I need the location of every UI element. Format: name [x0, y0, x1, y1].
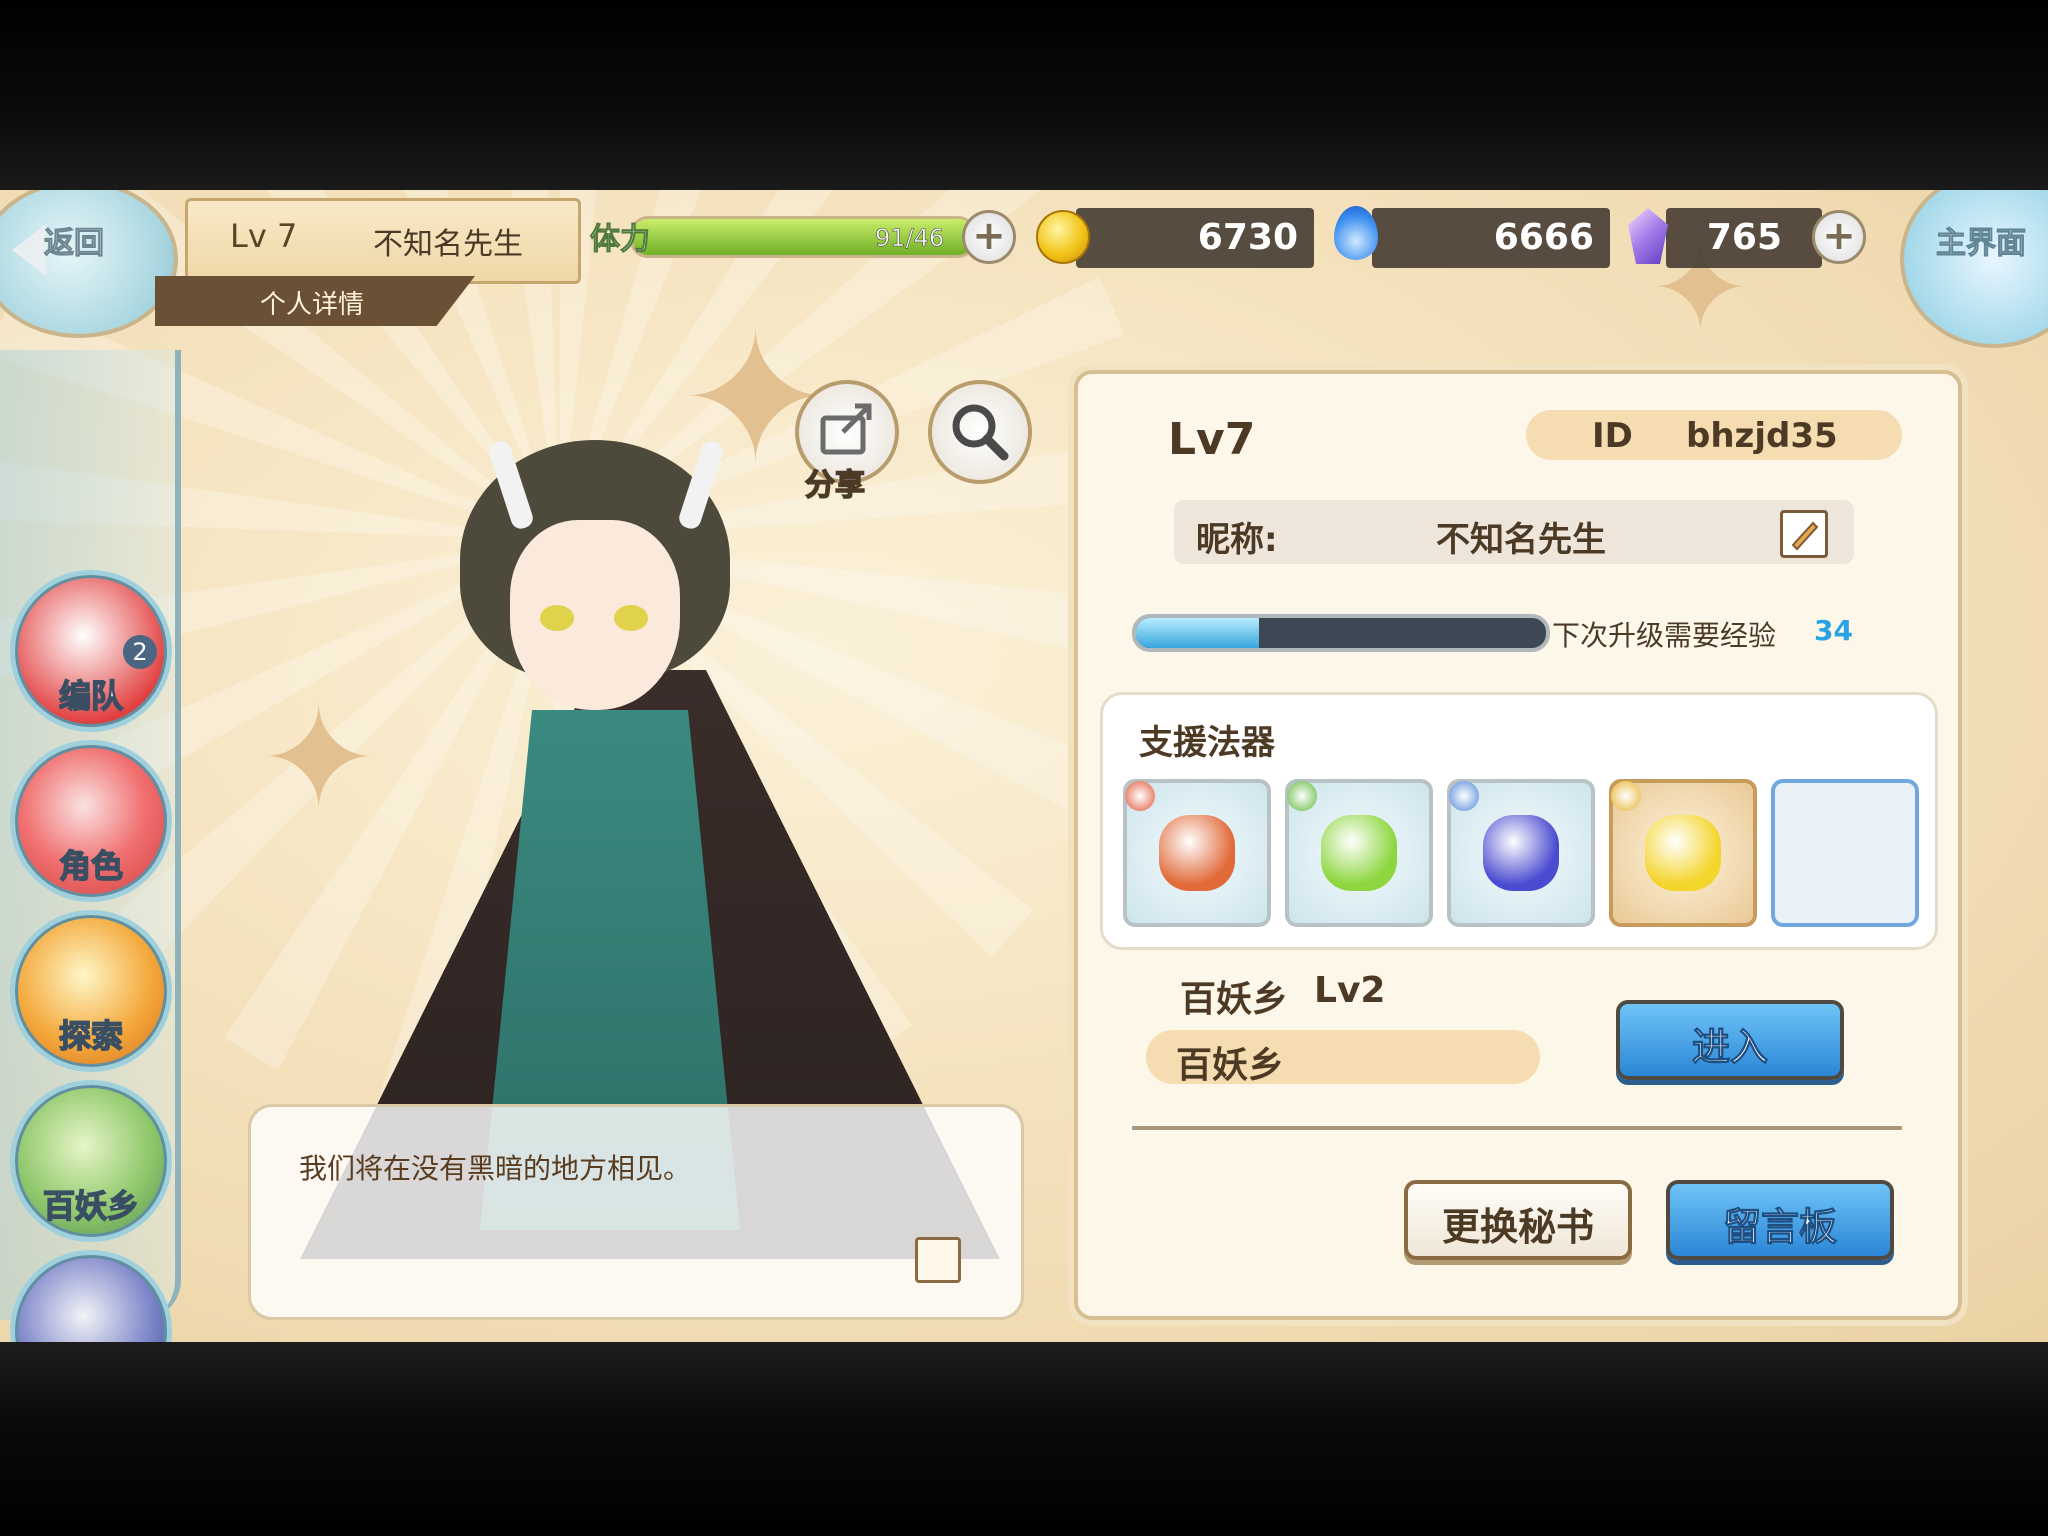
gold-coin-icon — [1036, 210, 1090, 264]
side-item-label: 角色 — [58, 846, 124, 886]
side-item-village[interactable]: 百妖乡 — [10, 1080, 172, 1242]
divider — [1132, 1126, 1902, 1130]
letterbox-top — [0, 0, 2048, 190]
nickname-value: 不知名先生 — [1436, 520, 1606, 560]
formation-badge: 2 — [123, 635, 157, 669]
player-name-plate: Lv 7 不知名先生 — [185, 198, 581, 284]
village-name: 百妖乡 — [1180, 979, 1289, 1020]
nickname-label: 昵称: — [1196, 520, 1278, 560]
change-secretary-label: 更换秘书 — [1441, 1205, 1594, 1249]
edit-dialogue-icon[interactable] — [915, 1237, 961, 1283]
fire-element-icon — [1125, 781, 1155, 811]
stamina-label: 体力 — [590, 222, 651, 258]
id-value: bhzjd35 — [1686, 416, 1838, 456]
add-stamina-button[interactable]: + — [962, 210, 1016, 264]
support-artifacts-box: 支援法器 — [1100, 692, 1938, 950]
artifact-slot-light[interactable] — [1609, 779, 1757, 927]
change-secretary-button[interactable]: 更换秘书 — [1404, 1180, 1632, 1260]
artifact-fire-icon — [1159, 815, 1235, 891]
nickname-field: 昵称: 不知名先生 — [1174, 500, 1854, 564]
side-item-label: 百妖乡 — [42, 1186, 140, 1226]
gold-bar: 6730 — [1076, 208, 1314, 268]
side-item-explore[interactable]: 探索 — [10, 910, 172, 1072]
edit-nickname-icon[interactable] — [1780, 510, 1828, 558]
profile-level: Lv7 — [1168, 414, 1256, 465]
crystal-value: 765 — [1706, 217, 1782, 258]
artifact-slot-empty[interactable] — [1771, 779, 1919, 927]
village-pill: 百妖乡 — [1146, 1030, 1540, 1086]
artifact-water-icon — [1483, 815, 1559, 891]
side-menu: 2 编队 角色 探索 百妖乡 召唤 — [0, 350, 181, 1342]
artifact-slot-fire[interactable] — [1123, 779, 1271, 927]
crystal-bar: 765 — [1666, 208, 1822, 268]
page-subtitle-plate: 个人详情 — [155, 276, 475, 326]
side-item-formation[interactable]: 2 编队 — [10, 570, 172, 732]
player-level: Lv 7 — [230, 217, 298, 255]
character-eye — [540, 605, 574, 631]
spirit-bar: 6666 — [1372, 208, 1610, 268]
exp-label: 下次升级需要经验 — [1552, 619, 1777, 652]
water-element-icon — [1449, 781, 1479, 811]
game-screen: ✦ ✦ ✦ 返回 Lv 7 不知名先生 个人详情 体力 91/46 + 6730… — [0, 190, 2048, 1342]
artifact-slot-water[interactable] — [1447, 779, 1595, 927]
side-item-summon[interactable]: 召唤 — [10, 1250, 172, 1342]
letterbox-bottom — [0, 1342, 2048, 1536]
character-eye — [614, 605, 648, 631]
dialogue-box: 我们将在没有黑暗的地方相见。 — [248, 1104, 1024, 1320]
support-title: 支援法器 — [1139, 723, 1275, 763]
back-label: 返回 — [44, 226, 105, 262]
artifact-wind-icon — [1321, 815, 1397, 891]
exp-value: 34 — [1814, 614, 1853, 647]
exp-fill — [1136, 618, 1259, 648]
search-button[interactable] — [928, 380, 1032, 484]
share-label: 分享 — [804, 467, 866, 504]
sparkle-icon: ✦ — [260, 678, 378, 841]
home-label: 主界面 — [1936, 226, 2027, 262]
id-label: ID — [1592, 416, 1633, 456]
add-crystal-button[interactable]: + — [1812, 210, 1866, 264]
back-arrow-icon — [12, 224, 46, 276]
gold-value: 6730 — [1197, 217, 1298, 258]
player-id-pill: ID bhzjd35 — [1526, 410, 1902, 460]
light-element-icon — [1611, 781, 1641, 811]
stamina-value: 91/46 — [875, 224, 945, 253]
side-item-label: 编队 — [58, 676, 124, 716]
artifact-slot-wind[interactable] — [1285, 779, 1433, 927]
wind-element-icon — [1287, 781, 1317, 811]
search-icon — [952, 404, 1009, 461]
side-item-label: 探索 — [58, 1016, 124, 1056]
message-board-label: 留言板 — [1722, 1205, 1837, 1250]
enter-village-button[interactable]: 进入 — [1616, 1000, 1844, 1080]
home-button[interactable]: 主界面 — [1900, 190, 2048, 348]
character-face — [510, 520, 680, 710]
enter-label: 进入 — [1691, 1025, 1768, 1070]
village-level: Lv2 — [1314, 970, 1386, 1011]
dialogue-text: 我们将在没有黑暗的地方相见。 — [299, 1152, 692, 1185]
profile-panel: Lv7 ID bhzjd35 昵称: 不知名先生 下次升级需要经验 34 支援法… — [1074, 370, 1962, 1320]
page-subtitle: 个人详情 — [260, 290, 365, 320]
artifact-orb-icon — [1645, 815, 1721, 891]
side-item-character[interactable]: 角色 — [10, 740, 172, 902]
exp-bar — [1132, 614, 1550, 652]
village-pill-label: 百妖乡 — [1176, 1045, 1285, 1086]
spirit-value: 6666 — [1493, 217, 1594, 258]
player-nickname: 不知名先生 — [373, 227, 523, 262]
message-board-button[interactable]: 留言板 — [1666, 1180, 1894, 1260]
